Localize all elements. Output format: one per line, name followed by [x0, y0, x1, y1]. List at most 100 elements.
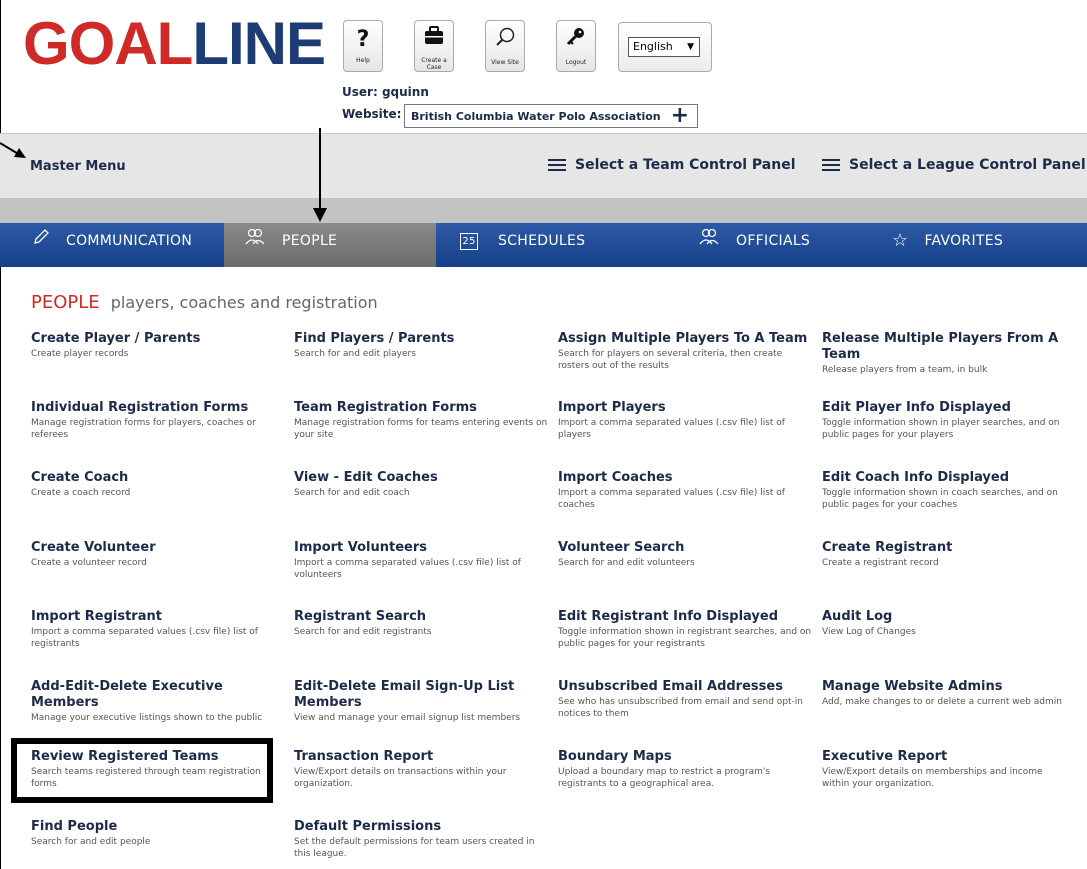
search-icon [486, 26, 524, 56]
menu-item-registrant-search[interactable]: Registrant Search Search for and edit reg… [294, 609, 552, 638]
tab-officials-label: OFFICIALS [736, 233, 811, 249]
menu-item-import-registrant[interactable]: Import Registrant Import a comma separate… [31, 609, 289, 650]
league-panel-label: Select a League Control Panel [849, 157, 1086, 173]
item-title: Import Volunteers [294, 540, 428, 555]
menu-item-edit-coach-info[interactable]: Edit Coach Info Displayed Toggle informat… [822, 470, 1072, 511]
star-icon: ☆ [892, 230, 909, 251]
menu-item-import-volunteers[interactable]: Import Volunteers Import a comma separate… [294, 540, 552, 581]
key-icon [557, 26, 595, 56]
item-title: Find Players / Parents [294, 331, 455, 346]
menu-icon [822, 156, 840, 174]
item-desc: Set the default permissions for team use… [294, 837, 535, 859]
menu-icon [548, 156, 566, 174]
menu-item-transaction-report[interactable]: Transaction Report View/Export details on… [294, 749, 552, 790]
separator-bar [0, 198, 1087, 223]
item-title: Create Volunteer [31, 540, 156, 555]
menu-item-unsubscribed-emails[interactable]: Unsubscribed Email Addresses See who has … [558, 679, 816, 720]
create-case-label: Create a Case [421, 57, 447, 71]
menu-item-edit-player-info[interactable]: Edit Player Info Displayed Toggle informa… [822, 400, 1072, 441]
help-label: Help [356, 57, 370, 64]
menu-item-view-edit-coaches[interactable]: View - Edit Coaches Search for and edit c… [294, 470, 552, 499]
menu-item-volunteer-search[interactable]: Volunteer Search Search for and edit volu… [558, 540, 816, 569]
item-title: Create Registrant [822, 540, 953, 555]
item-desc: View and manage your email signup list m… [294, 713, 521, 723]
menu-item-edit-registrant-info[interactable]: Edit Registrant Info Displayed Toggle inf… [558, 609, 816, 650]
item-title: Default Permissions [294, 819, 442, 834]
view-site-button[interactable]: View Site [485, 20, 525, 72]
menu-item-import-coaches[interactable]: Import Coaches Import a comma separated v… [558, 470, 816, 511]
menu-item-find-people[interactable]: Find People Search for and edit people [31, 819, 289, 848]
item-title: Transaction Report [294, 749, 434, 764]
team-control-panel-selector[interactable]: Select a Team Control Panel [548, 156, 796, 174]
league-control-panel-selector[interactable]: Select a League Control Panel [822, 156, 1086, 174]
tab-officials[interactable]: OFFICIALS [656, 223, 870, 267]
item-desc: Search for and edit coach [294, 488, 410, 498]
menu-item-default-permissions[interactable]: Default Permissions Set the default permi… [294, 819, 552, 860]
item-title: Assign Multiple Players To A Team [558, 331, 808, 346]
view-site-label: View Site [491, 59, 519, 66]
item-desc: Toggle information shown in player searc… [822, 418, 1060, 440]
section-subtitle: players, coaches and registration [110, 293, 378, 312]
website-selector[interactable]: British Columbia Water Polo Association … [404, 103, 698, 128]
item-desc: Manage registration forms for teams ente… [294, 418, 548, 440]
tab-favorites[interactable]: ☆ FAVORITES [870, 223, 1087, 267]
menu-item-create-volunteer[interactable]: Create Volunteer Create a volunteer recor… [31, 540, 289, 569]
item-title: Individual Registration Forms [31, 400, 249, 415]
menu-item-executive-members[interactable]: Add-Edit-Delete Executive Members Manage … [31, 679, 289, 724]
item-title: Release Multiple Players From A Team [822, 331, 1059, 362]
calendar-icon: 25 [460, 232, 478, 250]
item-title: Registrant Search [294, 609, 427, 624]
create-case-button[interactable]: Create a Case [414, 20, 454, 72]
item-desc: Upload a boundary map to restrict a prog… [558, 767, 771, 789]
item-title: Add-Edit-Delete Executive Members [31, 679, 223, 710]
menu-item-find-players[interactable]: Find Players / Parents Search for and edi… [294, 331, 552, 360]
item-desc: Search for and edit people [31, 837, 151, 847]
logout-button[interactable]: Logout [556, 20, 596, 72]
menu-item-boundary-maps[interactable]: Boundary Maps Upload a boundary map to re… [558, 749, 816, 790]
item-desc: Toggle information shown in registrant s… [558, 627, 812, 649]
people-icon [244, 223, 266, 259]
menu-item-import-players[interactable]: Import Players Import a comma separated v… [558, 400, 816, 441]
menu-item-team-registration-forms[interactable]: Team Registration Forms Manage registrati… [294, 400, 552, 441]
item-title: Find People [31, 819, 118, 834]
menu-item-audit-log[interactable]: Audit Log View Log of Changes [822, 609, 1072, 638]
help-icon: ? [356, 27, 370, 52]
item-desc: Manage registration forms for players, c… [31, 418, 256, 440]
section-title: PEOPLE [31, 292, 100, 313]
people-panel: PEOPLE players, coaches and registration… [0, 267, 1087, 869]
master-menu-link[interactable]: Master Menu [30, 159, 126, 174]
menu-item-assign-players[interactable]: Assign Multiple Players To A Team Search … [558, 331, 816, 372]
menu-item-create-player[interactable]: Create Player / Parents Create player rec… [31, 331, 289, 360]
section-heading: PEOPLE players, coaches and registration [31, 292, 378, 313]
menu-item-create-coach[interactable]: Create Coach Create a coach record [31, 470, 289, 499]
item-desc: Create a registrant record [822, 558, 939, 568]
tab-people[interactable]: PEOPLE [224, 223, 436, 267]
item-desc: Import a comma separated values (.csv fi… [294, 558, 521, 580]
item-title: View - Edit Coaches [294, 470, 438, 485]
language-selector-container: English ▼ [618, 22, 712, 72]
item-desc: Create a volunteer record [31, 558, 147, 568]
website-label: Website: [342, 107, 402, 121]
main-tab-bar: COMMUNICATION PEOPLE 25 SCHEDULES OFFICIA… [0, 223, 1087, 267]
item-title: Create Player / Parents [31, 331, 201, 346]
help-button[interactable]: ? Help [343, 20, 383, 72]
item-title: Import Registrant [31, 609, 162, 624]
language-select[interactable]: English ▼ [628, 37, 700, 57]
menu-item-individual-registration-forms[interactable]: Individual Registration Forms Manage regi… [31, 400, 289, 441]
item-desc: Search for and edit registrants [294, 627, 432, 637]
menu-item-executive-report[interactable]: Executive Report View/Export details on m… [822, 749, 1072, 790]
menu-item-email-signup-list[interactable]: Edit-Delete Email Sign-Up List Members Vi… [294, 679, 552, 724]
item-desc: Import a comma separated values (.csv fi… [558, 488, 785, 510]
item-desc: See who has unsubscribed from email and … [558, 697, 804, 719]
menu-item-create-registrant[interactable]: Create Registrant Create a registrant rec… [822, 540, 1072, 569]
item-title: Edit Player Info Displayed [822, 400, 1011, 415]
plus-icon[interactable]: + [671, 103, 689, 128]
tab-communication[interactable]: COMMUNICATION [0, 223, 222, 267]
tab-schedules[interactable]: 25 SCHEDULES [436, 223, 656, 267]
menu-item-manage-website-admins[interactable]: Manage Website Admins Add, make changes t… [822, 679, 1072, 708]
menu-item-release-players[interactable]: Release Multiple Players From A Team Rele… [822, 331, 1072, 376]
goalline-logo[interactable]: GOALLINE [23, 14, 326, 74]
item-title: Executive Report [822, 749, 948, 764]
website-value: British Columbia Water Polo Association [411, 110, 661, 123]
item-desc: Import a comma separated values (.csv fi… [31, 627, 258, 649]
